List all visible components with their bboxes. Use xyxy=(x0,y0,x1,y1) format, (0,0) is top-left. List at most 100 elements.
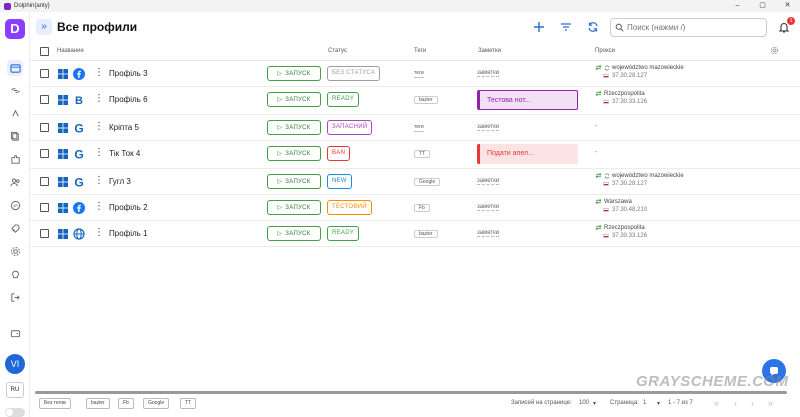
prev-page-icon[interactable]: ‹ xyxy=(734,398,737,408)
horizontal-scrollbar[interactable] xyxy=(35,391,787,394)
row-menu-icon[interactable]: ⋮ xyxy=(94,121,104,132)
column-name[interactable]: Название xyxy=(57,48,84,54)
table-row[interactable]: ⋮ Профіль 1 ▷ ЗАПУСК READY bazier заметки Rzecz… xyxy=(30,221,800,247)
nav-automation-icon[interactable] xyxy=(7,105,23,121)
notes-field[interactable]: заметки xyxy=(477,230,500,237)
row-checkbox[interactable] xyxy=(40,177,49,186)
per-page-select[interactable]: 100 xyxy=(579,400,589,406)
tag-chip[interactable]: TT xyxy=(414,150,431,158)
theme-toggle[interactable] xyxy=(5,408,25,417)
column-notes[interactable]: Заметки xyxy=(478,48,501,54)
table-row[interactable]: G ⋮ Гугл 3 ▷ ЗАПУСК NEW Google заметки województ… xyxy=(30,169,800,195)
tag-filter-chip[interactable]: TT xyxy=(180,398,197,409)
profile-name[interactable]: Профіль 6 xyxy=(109,95,148,104)
page-select[interactable]: 1 xyxy=(643,400,646,406)
run-button[interactable]: ▷ ЗАПУСК xyxy=(267,200,321,215)
status-badge[interactable]: READY xyxy=(327,226,360,241)
profile-name[interactable]: Профіль 3 xyxy=(109,69,148,78)
first-page-icon[interactable]: « xyxy=(714,398,719,408)
table-row[interactable]: B ⋮ Профіль 6 ▷ ЗАПУСК READY bazier Тестова нот… xyxy=(30,87,800,115)
status-badge[interactable]: NEW xyxy=(327,174,352,189)
app-logo[interactable]: D xyxy=(5,19,25,39)
row-menu-icon[interactable]: ⋮ xyxy=(94,201,104,212)
row-checkbox[interactable] xyxy=(40,149,49,158)
row-menu-icon[interactable]: ⋮ xyxy=(94,175,104,186)
notes-field[interactable]: заметки xyxy=(477,178,500,185)
search-box[interactable] xyxy=(610,18,767,37)
notifications-button[interactable]: 1 xyxy=(778,17,795,38)
note-card[interactable]: Подати апел... xyxy=(477,144,578,164)
last-page-icon[interactable]: » xyxy=(768,398,773,408)
search-input[interactable] xyxy=(627,23,757,32)
row-menu-icon[interactable]: ⋮ xyxy=(94,227,104,238)
nav-profiles-icon[interactable] xyxy=(7,60,23,76)
run-button[interactable]: ▷ ЗАПУСК xyxy=(267,146,321,161)
refresh-button[interactable] xyxy=(586,20,600,34)
tag-chip[interactable]: теги xyxy=(414,124,424,132)
nav-settings-icon[interactable] xyxy=(7,243,23,259)
column-settings-icon[interactable] xyxy=(770,46,779,57)
tag-filter-chip[interactable]: bazier xyxy=(86,398,110,409)
proxy-cell[interactable]: Rzeczpospolita 37.30.33.126 xyxy=(595,90,647,105)
proxy-cell[interactable]: województwo mazowieckie 37.30.28.127 xyxy=(595,64,684,79)
sidebar-collapse-button[interactable]: » xyxy=(36,19,52,35)
status-badge[interactable]: READY xyxy=(327,92,360,107)
tag-chip[interactable]: bazier xyxy=(414,96,438,104)
minimize-button[interactable]: – xyxy=(725,0,750,12)
select-all-checkbox[interactable] xyxy=(40,47,49,56)
row-checkbox[interactable] xyxy=(40,123,49,132)
run-button[interactable]: ▷ ЗАПУСК xyxy=(267,92,321,107)
profile-name[interactable]: Профіль 1 xyxy=(109,229,148,238)
run-button[interactable]: ▷ ЗАПУСК xyxy=(267,174,321,189)
profile-name[interactable]: Гугл 3 xyxy=(109,177,131,186)
notes-field[interactable]: заметки xyxy=(477,204,500,211)
status-badge[interactable]: БЕЗ СТАТУСА xyxy=(327,66,381,81)
status-badge[interactable]: ТЕСТОВИЙ xyxy=(327,200,372,215)
tag-filter-chip[interactable]: Fb xyxy=(118,398,134,409)
row-checkbox[interactable] xyxy=(40,229,49,238)
column-status[interactable]: Статус xyxy=(328,48,347,54)
close-window-button[interactable]: ✕ xyxy=(775,0,800,12)
nav-ideas-icon[interactable] xyxy=(7,266,23,282)
add-profile-button[interactable] xyxy=(532,20,546,34)
tag-chip[interactable]: bazier xyxy=(414,230,438,238)
row-menu-icon[interactable]: ⋮ xyxy=(94,93,104,104)
per-page-chevron-icon[interactable]: ▾ xyxy=(593,400,596,407)
row-menu-icon[interactable]: ⋮ xyxy=(94,67,104,78)
table-row[interactable]: G ⋮ Кріпта 5 ▷ ЗАПУСК ЗАПАСНИЙ теги заметки - xyxy=(30,115,800,141)
row-checkbox[interactable] xyxy=(40,69,49,78)
notes-field[interactable]: заметки xyxy=(477,124,500,131)
profile-name[interactable]: Тік Ток 4 xyxy=(109,149,140,158)
nav-logout-icon[interactable] xyxy=(7,289,23,305)
table-row[interactable]: ⋮ Профіль 3 ▷ ЗАПУСК БЕЗ СТАТУСА теги заметки w… xyxy=(30,61,800,87)
maximize-button[interactable]: ▢ xyxy=(750,0,775,12)
column-tags[interactable]: Теги xyxy=(414,48,426,54)
status-badge[interactable]: ЗАПАСНИЙ xyxy=(327,120,373,135)
run-button[interactable]: ▷ ЗАПУСК xyxy=(267,226,321,241)
proxy-cell[interactable]: województwo mazowieckie 37.30.28.127 xyxy=(595,172,684,187)
next-page-icon[interactable]: › xyxy=(751,398,754,408)
nav-extensions-icon[interactable] xyxy=(7,151,23,167)
note-card[interactable]: Тестова нот... xyxy=(477,90,578,110)
nav-api-icon[interactable]: API xyxy=(7,197,23,213)
profile-name[interactable]: Кріпта 5 xyxy=(109,123,139,132)
nav-users-icon[interactable] xyxy=(7,174,23,190)
run-button[interactable]: ▷ ЗАПУСК xyxy=(267,120,321,135)
proxy-cell[interactable]: Rzeczpospolita 37.30.33.126 xyxy=(595,224,647,239)
tag-filter-chip[interactable]: Без тегов xyxy=(39,398,71,409)
row-checkbox[interactable] xyxy=(40,95,49,104)
filter-button[interactable] xyxy=(559,20,573,34)
nav-copy-icon[interactable] xyxy=(7,128,23,144)
row-checkbox[interactable] xyxy=(40,203,49,212)
nav-rocket-icon[interactable] xyxy=(7,220,23,236)
status-badge[interactable]: BAN xyxy=(327,146,351,161)
tag-chip[interactable]: теги xyxy=(414,70,424,78)
column-proxy[interactable]: Прокси xyxy=(595,48,615,54)
page-chevron-icon[interactable]: ▾ xyxy=(657,400,660,407)
profile-name[interactable]: Профіль 2 xyxy=(109,203,148,212)
table-row[interactable]: ⋮ Профіль 2 ▷ ЗАПУСК ТЕСТОВИЙ Fb заметки Warsza… xyxy=(30,195,800,221)
proxy-cell[interactable]: Warszawa 37.30.48.210 xyxy=(595,198,647,213)
notes-field[interactable]: заметки xyxy=(477,70,500,77)
table-row[interactable]: G ⋮ Тік Ток 4 ▷ ЗАПУСК BAN TT Подати апел... - xyxy=(30,141,800,169)
row-menu-icon[interactable]: ⋮ xyxy=(94,147,104,158)
